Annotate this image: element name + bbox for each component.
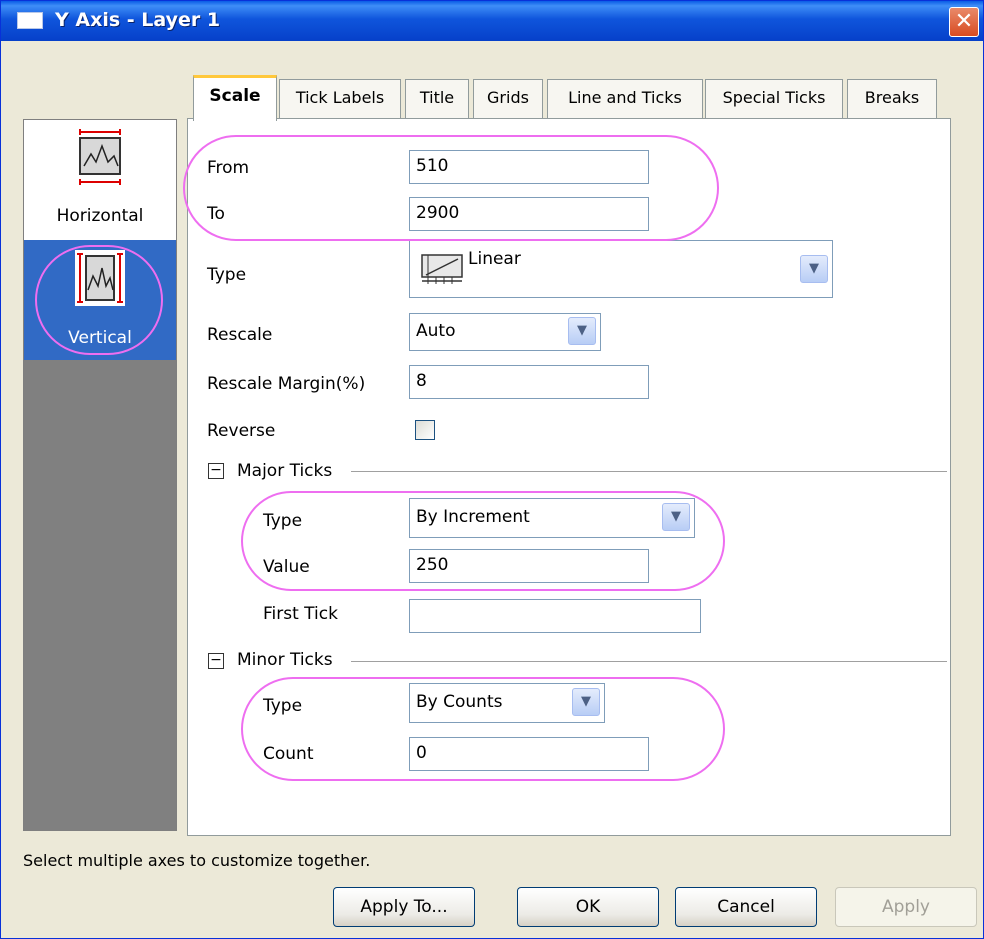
major-type-select[interactable]: By Increment ▼ bbox=[409, 498, 695, 538]
major-value-label: Value bbox=[263, 557, 310, 577]
first-tick-label: First Tick bbox=[263, 604, 338, 624]
status-hint: Select multiple axes to customize togeth… bbox=[23, 851, 371, 870]
tab-tick-labels[interactable]: Tick Labels bbox=[279, 79, 401, 119]
tab-breaks[interactable]: Breaks bbox=[847, 79, 937, 119]
from-label: From bbox=[207, 158, 250, 178]
tab-title[interactable]: Title bbox=[405, 79, 469, 119]
tab-grids[interactable]: Grids bbox=[473, 79, 543, 119]
axis-item-horizontal[interactable]: Horizontal bbox=[24, 120, 176, 240]
divider bbox=[351, 661, 947, 662]
major-type-value: By Increment bbox=[416, 507, 530, 527]
horizontal-axis-icon bbox=[79, 129, 121, 185]
cancel-button[interactable]: Cancel bbox=[675, 887, 817, 927]
vertical-axis-icon bbox=[75, 250, 125, 306]
apply-to-button[interactable]: Apply To... bbox=[333, 887, 475, 927]
minor-type-select[interactable]: By Counts ▼ bbox=[409, 683, 605, 723]
reverse-checkbox[interactable] bbox=[415, 420, 435, 440]
rescale-select[interactable]: Auto ▼ bbox=[409, 313, 601, 351]
minor-count-label: Count bbox=[263, 744, 314, 764]
rescale-label: Rescale bbox=[207, 325, 273, 345]
major-ticks-collapse-icon[interactable]: − bbox=[208, 463, 224, 479]
window-title: Y Axis - Layer 1 bbox=[55, 9, 221, 31]
window-icon bbox=[17, 12, 43, 29]
rescale-value: Auto bbox=[416, 321, 456, 341]
linear-scale-icon bbox=[421, 254, 463, 284]
minor-count-input[interactable]: 0 bbox=[409, 737, 649, 771]
axis-selector-panel: Horizontal Vertical bbox=[23, 119, 177, 831]
ok-button[interactable]: OK bbox=[517, 887, 659, 927]
major-ticks-header: Major Ticks bbox=[237, 461, 333, 481]
title-bar[interactable]: Y Axis - Layer 1 ✕ bbox=[1, 1, 983, 41]
apply-button[interactable]: Apply bbox=[835, 887, 977, 927]
axis-item-vertical[interactable]: Vertical bbox=[24, 240, 176, 360]
minor-type-value: By Counts bbox=[416, 692, 503, 712]
tab-line-and-ticks[interactable]: Line and Ticks bbox=[547, 79, 703, 119]
scale-type-select[interactable]: Linear ▼ bbox=[409, 240, 833, 298]
axis-item-label: Horizontal bbox=[56, 206, 144, 226]
tab-special-ticks[interactable]: Special Ticks bbox=[705, 79, 843, 119]
scale-type-value: Linear bbox=[468, 249, 521, 269]
chevron-down-icon[interactable]: ▼ bbox=[568, 317, 596, 345]
major-type-label: Type bbox=[263, 511, 303, 531]
to-input[interactable]: 2900 bbox=[409, 197, 649, 231]
reverse-label: Reverse bbox=[207, 421, 276, 441]
first-tick-input[interactable] bbox=[409, 599, 701, 633]
dialog-window: Y Axis - Layer 1 ✕ Horizontal Vertical S… bbox=[0, 0, 984, 939]
minor-type-label: Type bbox=[263, 696, 303, 716]
to-label: To bbox=[207, 204, 225, 224]
minor-ticks-header: Minor Ticks bbox=[237, 650, 333, 670]
rescale-margin-input[interactable]: 8 bbox=[409, 365, 649, 399]
chevron-down-icon[interactable]: ▼ bbox=[800, 255, 828, 283]
rescale-margin-label: Rescale Margin(%) bbox=[207, 374, 366, 394]
chevron-down-icon[interactable]: ▼ bbox=[572, 688, 600, 716]
minor-ticks-collapse-icon[interactable]: − bbox=[208, 653, 224, 669]
chevron-down-icon[interactable]: ▼ bbox=[662, 503, 690, 531]
close-button[interactable]: ✕ bbox=[949, 7, 979, 37]
divider bbox=[351, 471, 947, 472]
type-label: Type bbox=[207, 265, 247, 285]
from-input[interactable]: 510 bbox=[409, 150, 649, 184]
tab-scale[interactable]: Scale bbox=[193, 75, 277, 121]
major-value-input[interactable]: 250 bbox=[409, 549, 649, 583]
axis-item-label: Vertical bbox=[68, 328, 132, 348]
